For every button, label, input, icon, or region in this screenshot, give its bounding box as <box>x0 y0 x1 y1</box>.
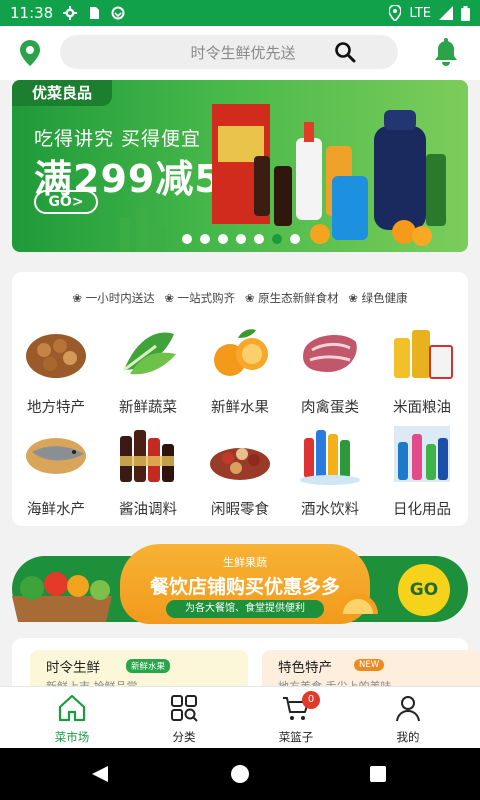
feature-tag: ❀ 一站式购齐 <box>164 291 236 305</box>
section-badge: 新鲜水果 <box>126 659 171 673</box>
banner-slogan: 吃得讲究 买得便宜 <box>34 128 202 150</box>
promo-banner[interactable]: 优菜良品 吃得讲究 买得便宜 满299减50 GO> <box>12 80 468 252</box>
pagination-dot[interactable] <box>254 234 264 244</box>
snack-icon <box>210 448 270 480</box>
cart-count-badge: 0 <box>302 691 320 709</box>
section-title: 时令生鲜 <box>46 660 100 676</box>
category-label: 酱油调料 <box>119 502 177 518</box>
promo-subtitle: 为各大餐馆、食堂提供便利 <box>166 600 324 618</box>
sauce-icon <box>120 430 174 482</box>
system-nav-bar <box>0 748 480 800</box>
nuts-icon <box>26 334 86 378</box>
promo-go-button[interactable]: GO <box>398 564 450 616</box>
category-label: 新鲜蔬菜 <box>119 400 177 416</box>
category-grain-oil[interactable]: 米面粮油 <box>380 320 464 417</box>
category-local-specialty[interactable]: 地方特产 <box>14 320 98 417</box>
pagination-dot[interactable] <box>236 234 246 244</box>
grain-oil-icon <box>394 330 453 379</box>
vegetable-icon <box>123 332 176 375</box>
recents-icon[interactable] <box>368 764 388 784</box>
home-nav-icon[interactable] <box>230 764 250 784</box>
bell-icon[interactable] <box>432 38 460 68</box>
back-icon[interactable] <box>90 764 110 784</box>
feature-tag: ❀ 原生态新鲜食材 <box>244 291 339 305</box>
promo-center: 生鲜果蔬 餐饮店铺购买优惠多多 为各大餐馆、食堂提供便利 <box>120 544 370 624</box>
status-bar: 11:38 LTE <box>0 0 480 26</box>
person-icon <box>396 696 420 722</box>
section-badge: NEW <box>354 659 385 671</box>
feature-tag: ❀ 绿色健康 <box>348 291 408 305</box>
category-vegetables[interactable]: 新鲜蔬菜 <box>106 320 190 417</box>
app-header: 时令生鲜优先送 <box>0 26 480 80</box>
network-type: LTE <box>409 5 431 21</box>
search-placeholder: 时令生鲜优先送 <box>190 43 296 62</box>
category-drinks[interactable]: 酒水饮料 <box>288 422 372 519</box>
banner-pagination <box>182 234 300 244</box>
location-status-icon <box>389 5 402 21</box>
category-label: 闲暇零食 <box>211 502 269 518</box>
bottom-tab-bar: 菜市场 分类 0 菜篮子 我的 <box>0 686 480 748</box>
tab-label: 菜篮子 <box>278 730 314 744</box>
category-label: 地方特产 <box>27 400 85 416</box>
orange-icon <box>214 329 268 376</box>
promo-tag: 生鲜果蔬 <box>223 556 267 569</box>
tab-mine[interactable]: 我的 <box>368 693 448 745</box>
category-icon <box>171 695 198 722</box>
tab-label: 菜市场 <box>54 730 90 744</box>
pagination-dot[interactable] <box>218 234 228 244</box>
orange-slice-image <box>338 594 378 614</box>
meat-icon <box>303 335 357 372</box>
pagination-dot[interactable] <box>200 234 210 244</box>
section-title: 特色特产 <box>278 660 332 676</box>
tab-label: 分类 <box>172 730 196 744</box>
category-card: ❀ 一小时内送达 ❀ 一站式购齐 ❀ 原生态新鲜食材 ❀ 绿色健康 地方特产 新… <box>12 272 468 526</box>
pagination-dot[interactable] <box>272 234 282 244</box>
category-label: 米面粮油 <box>393 400 451 416</box>
fish-icon <box>26 438 86 474</box>
pagination-dot[interactable] <box>290 234 300 244</box>
sync-icon <box>111 6 125 20</box>
signal-icon <box>439 6 453 20</box>
category-label: 肉禽蛋类 <box>301 400 359 416</box>
sd-card-icon <box>90 7 100 19</box>
category-label: 新鲜水果 <box>211 400 269 416</box>
pagination-dot[interactable] <box>182 234 192 244</box>
banner-products-image <box>212 104 446 246</box>
tab-category[interactable]: 分类 <box>144 693 224 745</box>
settings-icon <box>63 6 78 20</box>
feature-tags: ❀ 一小时内送达 ❀ 一站式购齐 ❀ 原生态新鲜食材 ❀ 绿色健康 <box>12 290 468 306</box>
category-fruits[interactable]: 新鲜水果 <box>198 320 282 417</box>
tab-cart[interactable]: 0 菜篮子 <box>256 691 336 745</box>
status-time: 11:38 <box>10 4 54 22</box>
category-label: 酒水饮料 <box>301 502 359 518</box>
daily-goods-icon <box>394 426 450 482</box>
category-seafood[interactable]: 海鲜水产 <box>14 422 98 519</box>
location-icon[interactable] <box>16 38 44 68</box>
tab-label: 我的 <box>396 730 420 744</box>
tab-market[interactable]: 菜市场 <box>32 693 112 745</box>
category-label: 日化用品 <box>393 502 451 518</box>
search-bar[interactable]: 时令生鲜优先送 <box>60 35 398 69</box>
search-icon[interactable] <box>334 41 356 63</box>
vegetable-basket-image <box>12 572 112 622</box>
restaurant-promo-banner[interactable]: 生鲜果蔬 餐饮店铺购买优惠多多 为各大餐馆、食堂提供便利 GO <box>12 540 468 624</box>
drinks-icon <box>300 430 360 485</box>
category-sauce[interactable]: 酱油调料 <box>106 422 190 519</box>
home-icon <box>58 694 86 722</box>
category-meat[interactable]: 肉禽蛋类 <box>288 320 372 417</box>
promo-title: 餐饮店铺购买优惠多多 <box>149 576 340 598</box>
category-snacks[interactable]: 闲暇零食 <box>198 422 282 519</box>
battery-icon <box>461 5 470 21</box>
banner-brand: 优菜良品 <box>12 80 112 106</box>
category-daily-goods[interactable]: 日化用品 <box>380 422 464 519</box>
category-label: 海鲜水产 <box>27 502 85 518</box>
feature-tag: ❀ 一小时内送达 <box>72 291 155 305</box>
